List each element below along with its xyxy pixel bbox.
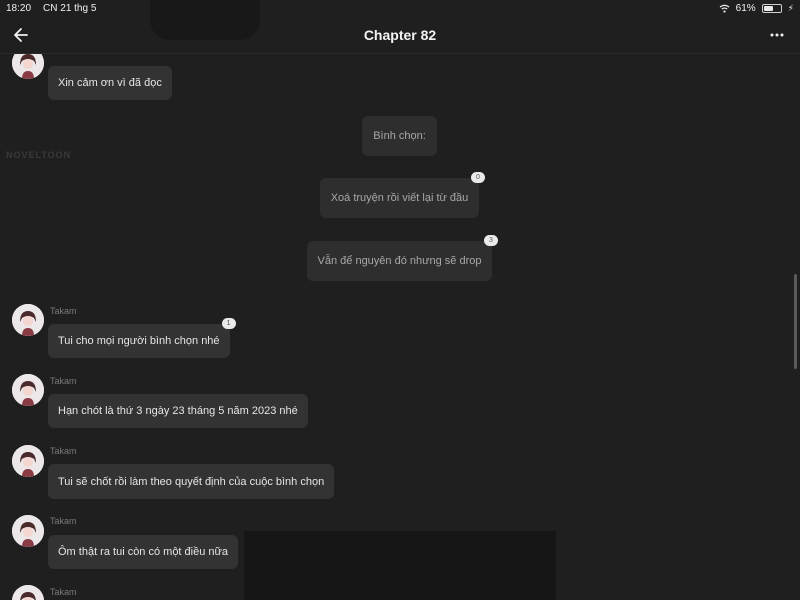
status-right: 61% ⚡ [719,3,794,14]
arrow-left-icon [14,28,28,42]
message-text: Xin cảm ơn vì đã đọc [58,77,162,89]
chat-area[interactable]: NOVELTOON Xin cảm ơn vì đã đọc Bình chọn… [0,54,800,600]
sender-name: Takam [50,376,77,386]
message-text: Tui sẽ chốt rồi làm theo quyết định của … [58,475,325,488]
sender-name: Takam [50,587,77,597]
avatar[interactable] [12,585,44,600]
avatar-image [12,585,44,600]
status-time: 18:20 [6,2,32,14]
poll-option-count-badge: 0 [471,172,485,183]
poll-option-text: Vẫn để nguyên đó nhưng sẽ drop [317,255,482,267]
message-text: Ôm thật ra tui còn có một điều nữa [58,546,229,558]
message-bubble[interactable]: Tui cho mọi người bình chọn nhé 1 [48,318,236,358]
message-text: Hạn chót là thứ 3 ngày 23 tháng 5 năm 20… [58,405,298,417]
sender-name: Takam [50,446,77,456]
avatar-image [12,54,44,79]
sender-name: Takam [50,516,77,526]
avatar[interactable] [12,54,44,79]
message-bubble[interactable]: Xin cảm ơn vì đã đọc [48,66,172,100]
avatar[interactable] [12,445,44,477]
message-bubble[interactable]: Hạn chót là thứ 3 ngày 23 tháng 5 năm 20… [48,394,308,428]
more-options-button[interactable] [766,24,788,46]
battery-percent: 61% [735,2,756,14]
sender-name: Takam [50,306,77,316]
avatar[interactable] [12,304,44,336]
battery-icon [761,3,782,13]
poll-option-count-badge: 3 [484,235,498,246]
avatar-image [12,374,44,406]
avatar-image [12,515,44,547]
nav-bar: Chapter 82 [0,16,800,54]
more-horizontal-icon [770,33,784,37]
battery-fill [763,5,774,11]
poll-title-bubble: Bình chọn: [362,116,437,156]
scrollbar[interactable] [794,274,797,369]
status-bar: 18:20 CN 21 thg 5 61% ⚡ [0,0,800,16]
avatar-image [12,304,44,336]
page-title: Chapter 82 [363,26,437,43]
poll-option[interactable]: Vẫn để nguyên đó nhưng sẽ drop 3 [307,235,498,281]
back-button[interactable] [10,24,32,46]
poll-option-text: Xoá truyện rồi viết lại từ đầu [330,192,469,204]
avatar[interactable] [12,515,44,547]
message-bubble[interactable]: Tui sẽ chốt rồi làm theo quyết định của … [48,464,335,499]
reaction-count-badge: 1 [221,318,236,329]
poll-option[interactable]: Xoá truyện rồi viết lại từ đầu 0 [320,172,485,218]
status-date: CN 21 thg 5 [43,2,97,14]
watermark-text: NOVELTOON [6,150,72,160]
image-placeholder[interactable] [244,531,556,600]
avatar-image [12,445,44,477]
charging-icon: ⚡ [787,2,794,13]
message-bubble[interactable]: Ôm thật ra tui còn có một điều nữa [48,535,239,569]
wifi-icon [719,4,730,13]
poll-title: Bình chọn: [373,130,426,142]
avatar[interactable] [12,374,44,406]
message-text: Tui cho mọi người bình chọn nhé [58,335,220,347]
